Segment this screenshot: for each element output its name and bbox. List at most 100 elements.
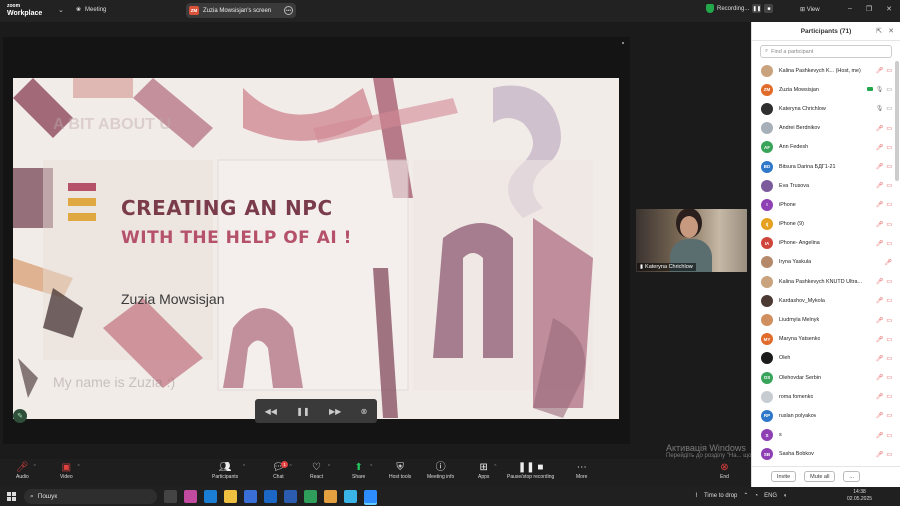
- word-icon[interactable]: [284, 490, 297, 503]
- slide-presenter-name: Zuzia Mowsisjan: [121, 291, 225, 307]
- zoom-taskbar-icon[interactable]: [364, 490, 377, 503]
- participant-row[interactable]: Kalina Pashkevych KNUTD Ultra... 🎤︎ ▭: [752, 272, 894, 291]
- participant-row[interactable]: I(iPhone (9) 🎤︎ ▭: [752, 215, 894, 234]
- participant-row[interactable]: RP ruslan polyakov 🎤︎ ▭: [752, 406, 894, 425]
- more-label: More: [576, 474, 588, 480]
- logo-line1: zoom: [7, 3, 21, 9]
- apps-button[interactable]: ⊞ Apps ⌃: [478, 461, 497, 480]
- participant-row[interactable]: IA iPhone- Angelina 🎤︎ ▭: [752, 234, 894, 253]
- chrome-icon[interactable]: [304, 490, 317, 503]
- participant-row[interactable]: Kalina Pashkevych K... (Host, me) 🎤︎ ▭: [752, 61, 894, 80]
- participant-name: Andrei Berdnikov: [779, 125, 821, 132]
- participant-row[interactable]: Iryna Yaskula 🎤︎: [752, 253, 894, 272]
- camera-icon: ▭: [886, 87, 892, 94]
- mic-muted-icon: 🎤︎: [875, 336, 884, 343]
- close-panel-icon[interactable]: ✕: [888, 27, 894, 35]
- view-menu[interactable]: ⊞ View: [800, 6, 820, 13]
- media-player-controls: ◀◀ ❚❚ ▶▶ ⊗: [255, 399, 377, 423]
- taskbar-clock[interactable]: 14:38 02.05.2025: [847, 489, 872, 503]
- participant-name: roma fomenko: [779, 393, 814, 400]
- participant-row[interactable]: Liudmyla Melnyk 🎤︎ ▭: [752, 310, 894, 329]
- annotate-pen-icon[interactable]: ✎: [13, 409, 27, 423]
- participant-row[interactable]: OS Olehovdar Serbin 🎤︎ ▭: [752, 368, 894, 387]
- pause-recording-button[interactable]: ❚❚ ■ Pause/stop recording: [507, 461, 554, 480]
- share-screen-icon: ⬆: [354, 462, 363, 473]
- edge-icon[interactable]: [204, 490, 217, 503]
- participant-row[interactable]: roma fomenko 🎤︎ ▭: [752, 387, 894, 406]
- lang-label[interactable]: ENG: [764, 493, 777, 499]
- video-caret-icon[interactable]: ⌃: [77, 464, 81, 470]
- video-tile-name: Kateryna Chrichlow: [645, 264, 693, 270]
- audio-caret-icon[interactable]: ⌃: [33, 464, 37, 470]
- more-button[interactable]: ⋯ More: [576, 461, 587, 480]
- host-tools-button[interactable]: ⛨ Host tools: [389, 461, 411, 480]
- participant-row[interactable]: MY Maryna Yatsenko 🎤︎ ▭: [752, 330, 894, 349]
- windows-start-icon[interactable]: [7, 492, 16, 501]
- taskbar-search[interactable]: ⌕ Пошук: [24, 489, 157, 504]
- media-player-icon[interactable]: [324, 490, 337, 503]
- store-icon[interactable]: [244, 490, 257, 503]
- participants-caret-icon[interactable]: ⌃: [242, 464, 246, 470]
- volume-icon[interactable]: ◖: [783, 493, 787, 499]
- meeting-menu[interactable]: ❀ Meeting: [76, 6, 106, 14]
- participant-row[interactable]: AF Ann Fedesh 🎤︎ ▭: [752, 138, 894, 157]
- rewind-icon[interactable]: ◀◀: [265, 407, 277, 416]
- mic-muted-icon: 🎤︎: [875, 164, 884, 171]
- participant-row[interactable]: ZM Zuzia Mowsisjan 🎙︎ ▭: [752, 80, 894, 99]
- stop-recording-icon[interactable]: ■: [764, 4, 774, 13]
- participant-row[interactable]: IiPhone 🎤︎ ▭: [752, 195, 894, 214]
- chat-button[interactable]: 💬︎ 1 Chat ⌃: [272, 461, 293, 480]
- participant-list-scrollbar[interactable]: [895, 61, 899, 181]
- chrome-profile-icon[interactable]: [344, 490, 357, 503]
- task-view-icon[interactable]: [164, 490, 177, 503]
- share-button[interactable]: ⬆ Share ⌃: [352, 461, 373, 480]
- presentation-slide: A BIT ABOUT U CREATING AN NPC WITH THE H…: [13, 78, 619, 419]
- fast-forward-icon[interactable]: ▶▶: [329, 407, 341, 416]
- participants-button[interactable]: 👥︎ 71 Participants ⌃: [212, 461, 246, 480]
- participants-header: Participants (71) ⇱ ✕: [752, 22, 900, 41]
- minimize-icon[interactable]: –: [848, 5, 852, 13]
- share-caret-icon[interactable]: ⌃: [369, 464, 373, 470]
- participant-row[interactable]: Kardashov_Mykola 🎤︎ ▭: [752, 291, 894, 310]
- react-button[interactable]: ♡ React ⌃: [310, 461, 331, 480]
- camera-off-icon: ▭: [886, 317, 892, 324]
- pause-recording-icon[interactable]: ❚❚: [752, 4, 762, 13]
- pop-out-icon[interactable]: ⇱: [876, 27, 882, 35]
- participant-row[interactable]: BD Bitsura Darina БДГ1-21 🎤︎ ▭: [752, 157, 894, 176]
- pause-icon[interactable]: ❚❚: [296, 407, 309, 416]
- file-explorer-icon[interactable]: [224, 490, 237, 503]
- participant-row[interactable]: Kateryna Chrichlow 🎙︎ ▭: [752, 99, 894, 118]
- chevron-up-icon[interactable]: ⌃: [743, 492, 748, 499]
- participant-status-icons: 🎤︎ ▭: [876, 221, 892, 228]
- copilot-icon[interactable]: [184, 490, 197, 503]
- participant-row[interactable]: Eva Trusova 🎤︎ ▭: [752, 176, 894, 195]
- end-button[interactable]: ⊗ End: [720, 461, 729, 480]
- react-caret-icon[interactable]: ⌃: [327, 464, 331, 470]
- participant-row[interactable]: Andrei Berdnikov 🎤︎ ▭: [752, 119, 894, 138]
- wifi-icon[interactable]: ◔: [754, 493, 758, 499]
- audio-button[interactable]: 🎤︎ Audio ⌃: [16, 461, 37, 480]
- participant-search-input[interactable]: ⌕ Find a participant: [760, 45, 892, 58]
- participant-row[interactable]: SB Sasha Bobkov 🎤︎ ▭: [752, 445, 894, 464]
- participant-row[interactable]: Oleh 🎤︎ ▭: [752, 349, 894, 368]
- avatar: ZM: [761, 83, 773, 96]
- video-tile[interactable]: ▮ Kateryna Chrichlow: [636, 209, 747, 272]
- chat-caret-icon[interactable]: ⌃: [289, 464, 293, 470]
- more-options-button[interactable]: ...: [843, 471, 861, 482]
- close-player-icon[interactable]: ⊗: [361, 407, 368, 416]
- close-icon[interactable]: ✕: [886, 5, 892, 13]
- more-options-icon[interactable]: •••: [284, 6, 293, 15]
- meeting-info-button[interactable]: ⓘ Meeting info: [427, 461, 454, 480]
- participant-row[interactable]: Ss 🎤︎ ▭: [752, 426, 894, 445]
- avatar: SB: [761, 448, 773, 461]
- mic-muted-icon: 🎤︎: [884, 259, 892, 266]
- mute-all-button[interactable]: Mute all: [804, 471, 836, 482]
- screen-share-indicator[interactable]: ZM Zuzia Mowsisjan's screen •••: [186, 3, 296, 18]
- camera-off-icon: ▭: [886, 355, 892, 362]
- chevron-down-icon[interactable]: ⌄: [58, 6, 64, 14]
- video-button[interactable]: ▣ Video ⌃: [60, 461, 81, 480]
- outlook-icon[interactable]: [264, 490, 277, 503]
- restore-icon[interactable]: ❐: [866, 5, 872, 13]
- apps-caret-icon[interactable]: ⌃: [493, 464, 497, 470]
- invite-button[interactable]: Invite: [771, 471, 797, 482]
